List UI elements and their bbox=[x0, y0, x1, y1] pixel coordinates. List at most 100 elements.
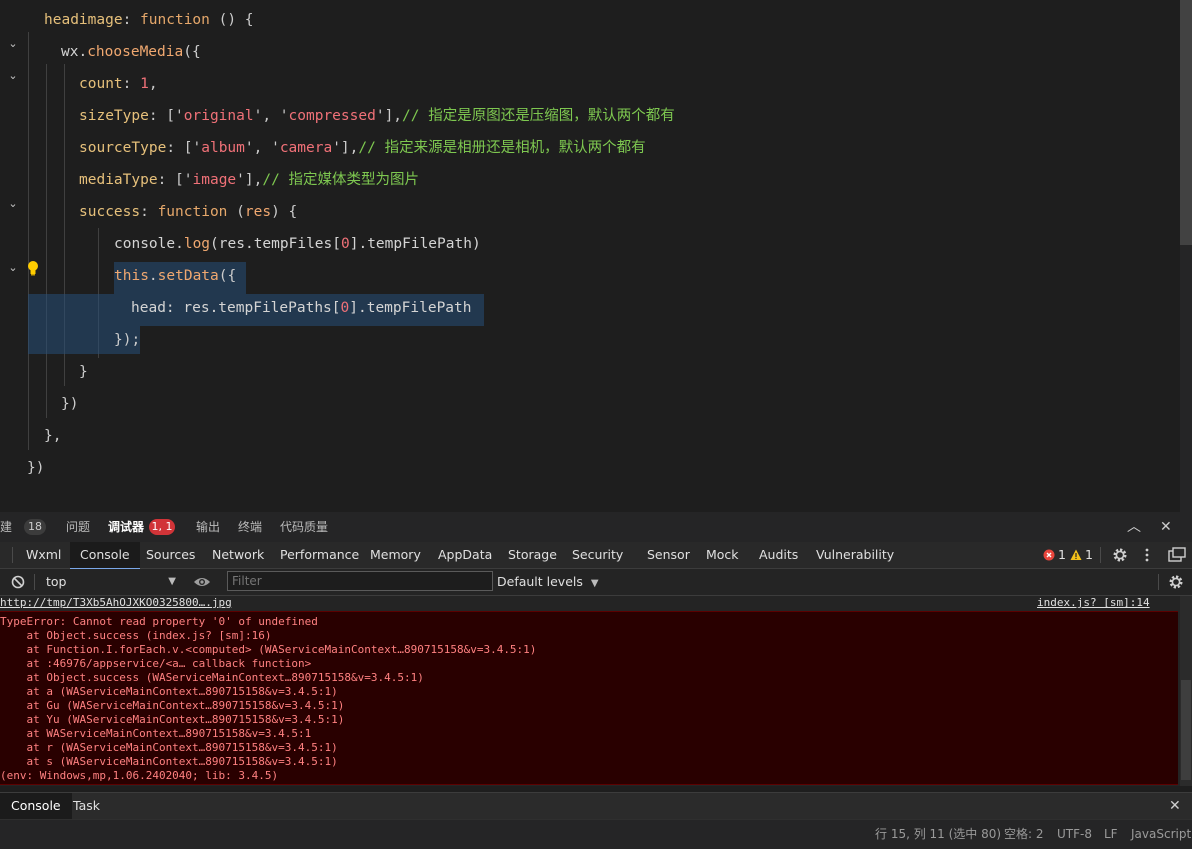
warning-count[interactable]: 1 bbox=[1085, 542, 1093, 568]
tab-console[interactable]: Console bbox=[70, 542, 140, 570]
tab-mock[interactable]: Mock bbox=[706, 542, 739, 568]
code-token: : [' bbox=[157, 172, 193, 188]
stack-frame: (env: Windows,mp,1.06.2402040; lib: 3.4.… bbox=[0, 769, 279, 782]
chevron-down-icon: ▼ bbox=[168, 576, 176, 587]
tab-storage[interactable]: Storage bbox=[508, 542, 557, 568]
tab-debugger[interactable]: 调试器 bbox=[108, 512, 144, 542]
fold-chevron-icon[interactable]: ⌄ bbox=[6, 188, 20, 220]
code-token: }, bbox=[44, 428, 62, 444]
code-token: success bbox=[79, 204, 141, 220]
code-token: sourceType bbox=[79, 140, 167, 156]
warning-icon[interactable] bbox=[1070, 549, 1082, 561]
lightbulb-icon[interactable] bbox=[27, 260, 39, 276]
error-count[interactable]: 1 bbox=[1058, 542, 1066, 568]
code-token: function bbox=[157, 204, 228, 220]
language-mode[interactable]: JavaScript bbox=[1131, 820, 1191, 849]
eye-icon[interactable] bbox=[193, 575, 211, 589]
eol-setting[interactable]: LF bbox=[1104, 820, 1118, 849]
close-panel-icon[interactable]: ✕ bbox=[1160, 512, 1172, 542]
tab-network[interactable]: Network bbox=[212, 542, 264, 568]
code-token: }); bbox=[114, 332, 141, 348]
console-output[interactable]: http://tmp/T3Xb5AhOJXKO0325800….jpg inde… bbox=[0, 596, 1180, 786]
tab-security[interactable]: Security bbox=[572, 542, 623, 568]
code-token: headimage bbox=[44, 12, 123, 28]
code-token: }) bbox=[61, 396, 79, 412]
cursor-position[interactable]: 行 15, 列 11 (选中 80) bbox=[875, 820, 1001, 849]
code-token: ) { bbox=[271, 204, 298, 220]
code-token: // 指定是原图还是压缩图，默认两个都有 bbox=[402, 108, 675, 124]
close-drawer-icon[interactable]: ✕ bbox=[1169, 793, 1181, 819]
build-count-badge: 18 bbox=[24, 519, 46, 535]
code-token: . bbox=[175, 236, 184, 252]
drawer-tab-task[interactable]: Task bbox=[73, 793, 100, 819]
collapse-panel-icon[interactable]: ︿ bbox=[1127, 512, 1141, 542]
console-scrollbar-thumb[interactable] bbox=[1181, 680, 1191, 780]
stack-frame[interactable]: at Object.success (index.js? [sm]:16) bbox=[0, 629, 271, 643]
stack-frame[interactable]: at Function.I.forEach.v.<computed> (WASe… bbox=[0, 643, 536, 657]
code-token: head bbox=[131, 300, 166, 316]
editor-scrollbar-thumb[interactable] bbox=[1180, 0, 1192, 245]
code-editor[interactable]: headimage: function () {wx.chooseMedia({… bbox=[0, 0, 1192, 512]
log-source-link[interactable]: index.js? [sm]:14 bbox=[1037, 596, 1150, 610]
code-token: camera bbox=[279, 140, 333, 156]
fold-chevron-icon[interactable]: ⌄ bbox=[6, 60, 20, 92]
code-token: 0 bbox=[341, 236, 350, 252]
console-scrollbar[interactable] bbox=[1180, 596, 1192, 786]
code-token: : bbox=[122, 76, 141, 92]
tab-code-quality[interactable]: 代码质量 bbox=[280, 512, 328, 542]
tab-build[interactable]: 构建 bbox=[0, 512, 12, 542]
filter-input[interactable] bbox=[227, 571, 493, 591]
encoding-setting[interactable]: UTF-8 bbox=[1057, 820, 1092, 849]
error-icon[interactable] bbox=[1043, 549, 1055, 561]
code-line: sourceType: ['album', 'camera'],// 指定来源是… bbox=[0, 132, 1180, 164]
divider bbox=[12, 547, 13, 563]
stack-frame[interactable]: at :46976/appservice/<a… callback functi… bbox=[0, 657, 311, 671]
more-menu-icon[interactable] bbox=[1142, 547, 1152, 563]
code-line: this.setData({ bbox=[0, 260, 1180, 292]
console-settings-gear-icon[interactable] bbox=[1168, 574, 1184, 590]
log-levels-dropdown[interactable]: Default levels ▼ bbox=[497, 569, 599, 595]
code-token: (res.tempFiles[ bbox=[210, 236, 341, 252]
stack-frame[interactable]: at WAServiceMainContext…890715158&v=3.4.… bbox=[0, 727, 311, 741]
drawer-tab-console[interactable]: Console bbox=[0, 793, 72, 819]
tab-sensor[interactable]: Sensor bbox=[647, 542, 690, 568]
code-token: // 指定媒体类型为图片 bbox=[262, 172, 420, 188]
code-token: , bbox=[148, 76, 158, 92]
tab-output[interactable]: 输出 bbox=[196, 512, 220, 542]
editor-scrollbar[interactable] bbox=[1180, 0, 1192, 512]
stack-frame[interactable]: at Object.success (WAServiceMainContext…… bbox=[0, 671, 423, 685]
code-token: function bbox=[140, 12, 210, 28]
tab-terminal[interactable]: 终端 bbox=[238, 512, 262, 542]
code-line: }) bbox=[0, 388, 1180, 420]
code-line: console.log(res.tempFiles[0].tempFilePat… bbox=[0, 228, 1180, 260]
tab-memory[interactable]: Memory bbox=[370, 542, 421, 568]
tab-problems[interactable]: 问题 bbox=[66, 512, 90, 542]
tab-performance[interactable]: Performance bbox=[280, 542, 359, 568]
indentation-setting[interactable]: 空格: 2 bbox=[1004, 820, 1044, 849]
stack-frame[interactable]: at s (WAServiceMainContext…890715158&v=3… bbox=[0, 755, 337, 769]
code-token: setData bbox=[157, 268, 219, 284]
code-line: count: 1, bbox=[0, 68, 1180, 100]
tab-appdata[interactable]: AppData bbox=[438, 542, 492, 568]
stack-frame[interactable]: at a (WAServiceMainContext…890715158&v=3… bbox=[0, 685, 337, 699]
tab-audits[interactable]: Audits bbox=[759, 542, 798, 568]
tab-wxml[interactable]: Wxml bbox=[26, 542, 61, 568]
stack-frame[interactable]: at Yu (WAServiceMainContext…890715158&v=… bbox=[0, 713, 344, 727]
context-select[interactable]: top ▼ bbox=[40, 572, 180, 592]
gear-icon[interactable] bbox=[1112, 547, 1128, 563]
code-line-text: }, bbox=[44, 420, 61, 452]
fold-chevron-icon[interactable]: ⌄ bbox=[6, 252, 20, 284]
stack-frame[interactable]: at r (WAServiceMainContext…890715158&v=3… bbox=[0, 741, 337, 755]
clear-console-icon[interactable] bbox=[11, 575, 25, 589]
tab-sources[interactable]: Sources bbox=[146, 542, 195, 568]
code-token: // 指定来源是相册还是相机，默认两个都有 bbox=[358, 140, 646, 156]
code-token: : [' bbox=[148, 108, 184, 124]
stack-frame[interactable]: at Gu (WAServiceMainContext…890715158&v=… bbox=[0, 699, 344, 713]
tab-vulnerability[interactable]: Vulnerability bbox=[816, 542, 894, 568]
log-message-link[interactable]: http://tmp/T3Xb5AhOJXKO0325800….jpg bbox=[0, 596, 232, 610]
code-token: res bbox=[244, 204, 272, 220]
code-token: '], bbox=[236, 172, 263, 188]
fold-chevron-icon[interactable]: ⌄ bbox=[6, 28, 20, 60]
undock-icon[interactable] bbox=[1168, 547, 1186, 563]
code-line: mediaType: ['image'],// 指定媒体类型为图片 bbox=[0, 164, 1180, 196]
